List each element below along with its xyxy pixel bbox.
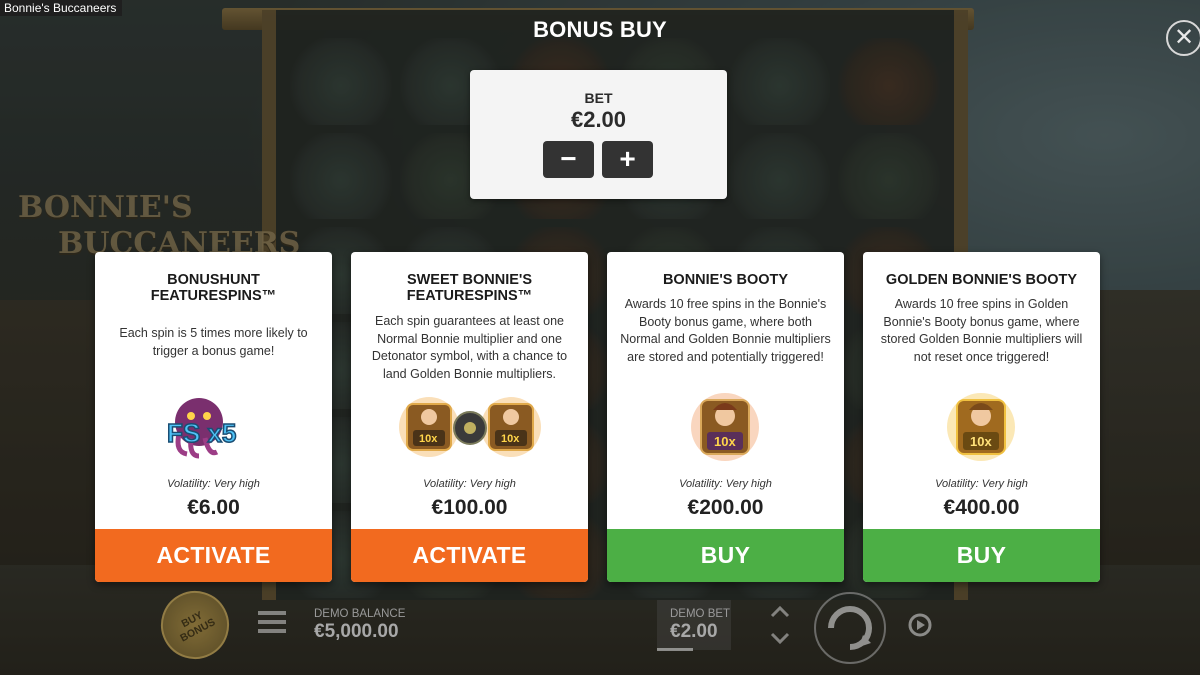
fs-x5-octopus-icon: FS x5	[95, 392, 332, 462]
menu-icon[interactable]	[258, 611, 286, 635]
card-volatility: Volatility: Very high	[935, 478, 1028, 490]
card-volatility: Volatility: Very high	[423, 478, 516, 490]
activate-sweet-bonnies-button[interactable]: ACTIVATE	[351, 529, 588, 582]
card-description: Awards 10 free spins in Golden Bonnie's …	[880, 297, 1083, 364]
bet-adjust-chevrons[interactable]	[768, 602, 792, 648]
multiplier-text-left: 10x	[419, 433, 438, 445]
card-price: €400.00	[943, 496, 1020, 519]
bonus-card-bonnies-booty: BONNIE'S BOOTY Awards 10 free spins in t…	[607, 252, 844, 582]
chevron-up-icon	[770, 605, 790, 618]
fs-x5-text: FS x5	[167, 418, 236, 448]
card-title: BONNIE'S BOOTY	[662, 272, 789, 288]
demo-balance-label: DEMO BALANCE	[314, 608, 406, 620]
dialog-title: BONUS BUY	[533, 17, 667, 42]
decrease-bet-button[interactable]: −	[543, 141, 594, 178]
bonnie-10x-multiplier-icon: 10x	[607, 392, 844, 462]
card-volatility: Volatility: Very high	[167, 478, 260, 490]
plus-icon: +	[619, 143, 636, 174]
window-title: Bonnie's Buccaneers	[0, 0, 123, 16]
buy-bonus-label: BUY BONUS	[178, 609, 218, 645]
card-title: BONUSHUNT FEATURESPINS™	[150, 272, 277, 304]
bonnie-multipliers-with-detonator-icon: 10x 10x	[351, 392, 588, 462]
card-price: €6.00	[187, 496, 240, 519]
card-description: Each spin guarantees at least one Normal…	[371, 314, 568, 381]
card-description: Each spin is 5 times more likely to trig…	[119, 326, 308, 358]
multiplier-text-right: 10x	[501, 433, 520, 445]
minus-icon: −	[560, 143, 577, 174]
chevron-down-icon	[770, 632, 790, 645]
golden-bonnie-10x-multiplier-icon: 10x	[863, 392, 1100, 462]
card-price: €200.00	[687, 496, 764, 519]
bet-value: €2.00	[570, 107, 627, 132]
spin-button[interactable]	[813, 591, 887, 665]
demo-balance-value: €5,000.00	[314, 621, 399, 642]
card-price: €100.00	[431, 496, 508, 519]
card-title: GOLDEN BONNIE'S BOOTY	[885, 272, 1078, 288]
buy-golden-bonnies-booty-button[interactable]: BUY	[863, 529, 1100, 582]
multiplier-text: 10x	[714, 434, 736, 449]
card-title: SWEET BONNIE'S FEATURESPINS™	[406, 272, 533, 304]
activate-bonushunt-button[interactable]: ACTIVATE	[95, 529, 332, 582]
increase-bet-button[interactable]: +	[602, 141, 653, 178]
demo-bet-label: DEMO BET	[670, 608, 731, 620]
buy-bonnies-booty-button[interactable]: BUY	[607, 529, 844, 582]
bonus-card-bonushunt: BONUSHUNT FEATURESPINS™ Each spin is 5 t…	[95, 252, 332, 582]
demo-bet-value: €2.00	[670, 621, 718, 642]
card-volatility: Volatility: Very high	[679, 478, 772, 490]
demo-bet-underline	[657, 648, 693, 651]
bonus-card-sweet-bonnies: SWEET BONNIE'S FEATURESPINS™ Each spin g…	[351, 252, 588, 582]
bet-panel: BET €2.00 − +	[470, 70, 727, 199]
autoplay-icon	[908, 613, 932, 637]
autoplay-button[interactable]	[904, 609, 936, 641]
spin-icon	[814, 592, 886, 664]
card-description: Awards 10 free spins in the Bonnie's Boo…	[620, 297, 831, 364]
bet-label: BET	[584, 90, 613, 106]
multiplier-text: 10x	[970, 434, 992, 449]
bonus-card-golden-bonnies-booty: GOLDEN BONNIE'S BOOTY Awards 10 free spi…	[863, 252, 1100, 582]
